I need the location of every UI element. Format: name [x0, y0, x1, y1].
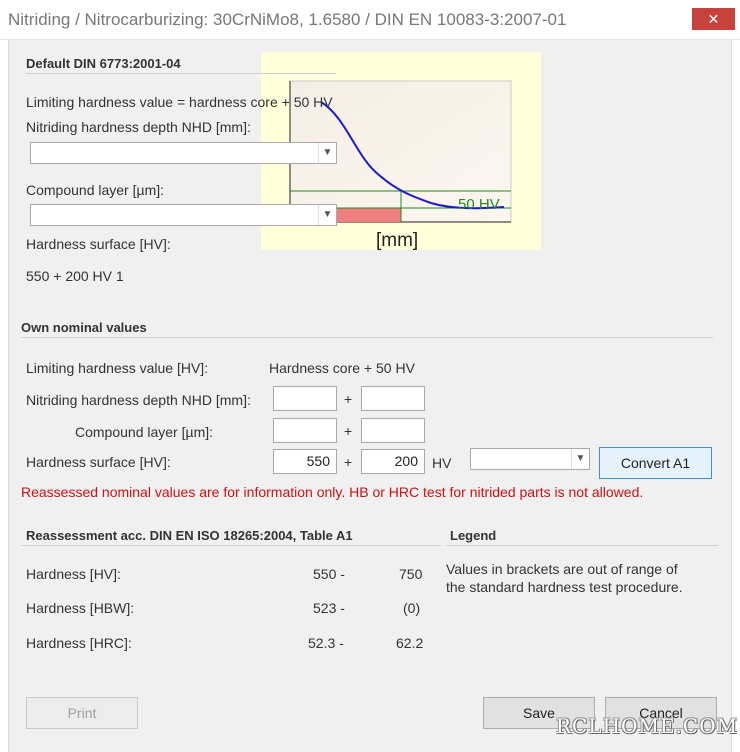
- default-section-title: Default DIN 6773:2001-04: [26, 56, 181, 71]
- close-icon: ✕: [707, 11, 720, 27]
- close-button[interactable]: ✕: [692, 8, 735, 30]
- reassessment-row-label: Hardness [HBW]:: [26, 600, 135, 616]
- chevron-down-icon: ▼: [571, 449, 589, 469]
- hardness-scale-select[interactable]: ▼: [470, 448, 590, 470]
- reassessment-divider: [21, 545, 441, 546]
- reassessment-row-from: 52.3 -: [308, 635, 344, 651]
- window-title: Nitriding / Nitrocarburizing: 30CrNiMo8,…: [8, 10, 567, 29]
- hv-unit-label: HV: [432, 455, 452, 471]
- legend-divider: [446, 545, 718, 546]
- plus-sign: +: [344, 423, 353, 439]
- own-values-title: Own nominal values: [21, 320, 147, 335]
- own-nhd-min-input[interactable]: [273, 386, 337, 411]
- chevron-down-icon: ▼: [318, 205, 336, 225]
- reassessment-title: Reassessment acc. DIN EN ISO 18265:2004,…: [26, 528, 353, 543]
- title-bar: Nitriding / Nitrocarburizing: 30CrNiMo8,…: [0, 0, 740, 40]
- limiting-hardness-text: Limiting hardness value = hardness core …: [26, 94, 333, 110]
- plus-sign: +: [344, 391, 353, 407]
- compound-layer-label: Compound layer [µm]:: [26, 182, 165, 198]
- reassessment-row-to: 750: [399, 566, 423, 582]
- legend-line-1: Values in brackets are out of range of: [446, 561, 678, 577]
- own-nhd-max-input[interactable]: [361, 386, 425, 411]
- own-nhd-label: Nitriding hardness depth NHD [mm]:: [26, 392, 251, 408]
- default-section-divider: [26, 73, 336, 74]
- own-values-divider: [21, 337, 713, 338]
- reassessment-row-label: Hardness [HV]:: [26, 566, 121, 582]
- own-compound-max-input[interactable]: [361, 418, 425, 443]
- convert-a1-button[interactable]: Convert A1: [599, 447, 712, 479]
- reassessment-row-to: 62.2: [396, 635, 424, 651]
- reference-line-label: 50 HV: [458, 196, 500, 213]
- warning-note: Reassessed nominal values are for inform…: [21, 484, 644, 500]
- legend-line-2: the standard hardness test procedure.: [446, 579, 683, 595]
- reassessment-row-label: Hardness [HRC]:: [26, 635, 132, 651]
- surface-hardness-label: Hardness surface [HV]:: [26, 236, 171, 252]
- own-limiting-value: Hardness core + 50 HV: [269, 360, 415, 376]
- nhd-label: Nitriding hardness depth NHD [mm]:: [26, 119, 251, 135]
- print-button[interactable]: Print: [26, 697, 138, 729]
- compound-layer-dropdown[interactable]: ▼: [30, 204, 337, 226]
- own-surface-min-input[interactable]: 550: [273, 449, 337, 474]
- reassessment-row-from: 550 -: [313, 566, 345, 582]
- watermark: RCLHOME.COM: [556, 714, 739, 738]
- own-surface-label: Hardness surface [HV]:: [26, 454, 171, 470]
- reassessment-row-to: (0): [403, 600, 421, 616]
- own-compound-label: Compound layer [µm]:: [75, 424, 214, 440]
- legend-title: Legend: [450, 528, 497, 543]
- x-axis-unit: [mm]: [376, 230, 418, 250]
- plus-sign: +: [344, 454, 353, 470]
- dialog-body: 50 HV [mm] Default DIN 6773:2001-04 Limi…: [8, 40, 732, 752]
- nhd-dropdown[interactable]: ▼: [30, 142, 337, 164]
- surface-hardness-value: 550 + 200 HV 1: [26, 268, 124, 284]
- own-compound-min-input[interactable]: [273, 418, 337, 443]
- own-limiting-label: Limiting hardness value [HV]:: [26, 360, 209, 376]
- chevron-down-icon: ▼: [318, 143, 336, 163]
- own-surface-max-input[interactable]: 200: [361, 449, 425, 474]
- reassessment-row-from: 523 -: [313, 600, 345, 616]
